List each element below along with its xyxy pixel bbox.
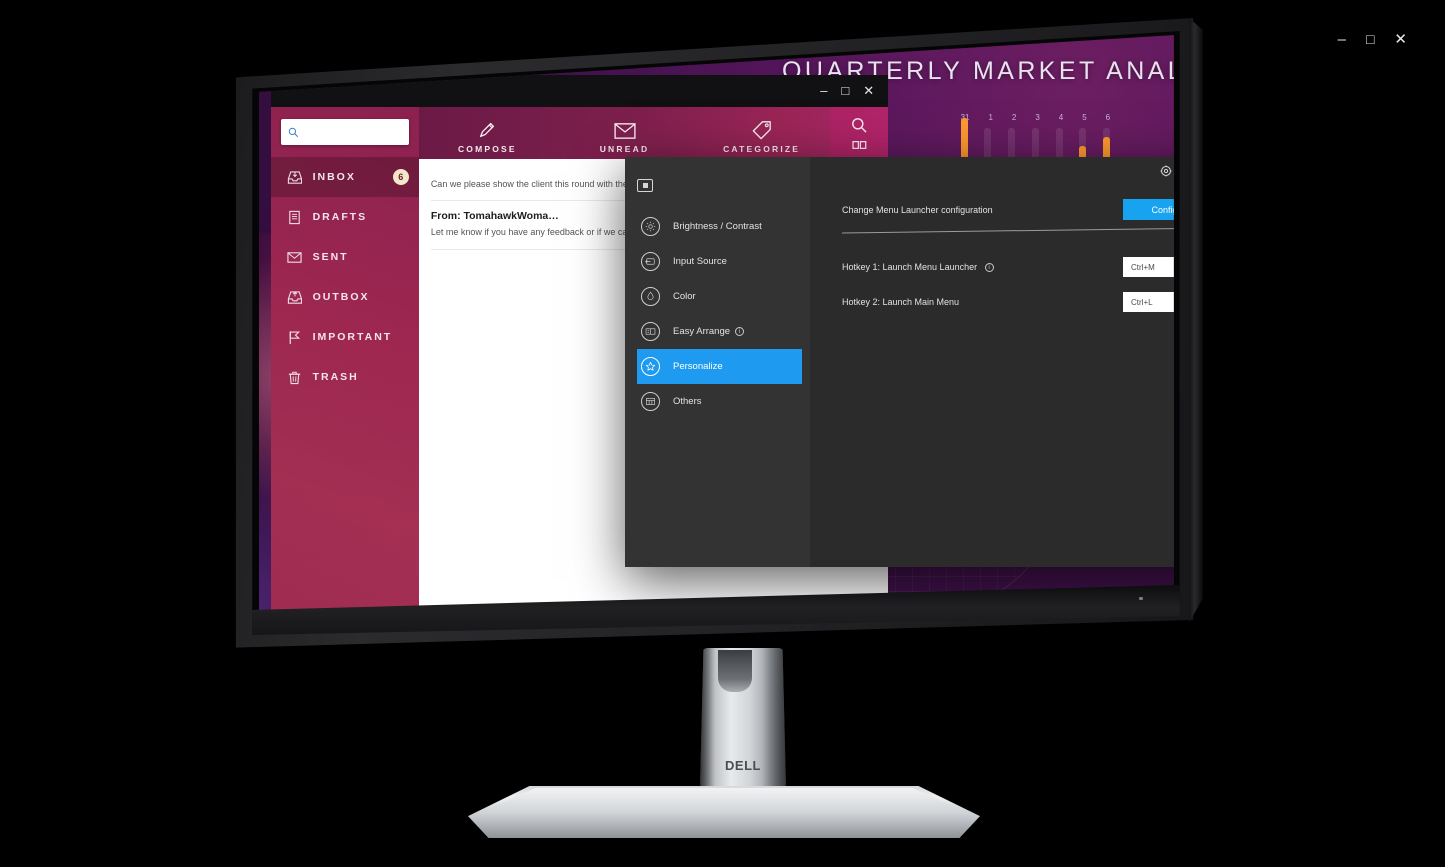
sidebar-item-sent[interactable]: SENT (271, 237, 419, 277)
dialog-nav-label: Easy Arrange (673, 326, 731, 337)
info-icon[interactable]: i (984, 263, 994, 273)
sidebar-item-label: IMPORTANT (312, 331, 393, 344)
monitor-icon[interactable] (637, 179, 653, 192)
trash-icon (288, 371, 300, 384)
display-manager-dialog: ? Brightness / ContrastInput Sourc (625, 157, 1174, 567)
outer-minimize-button[interactable]: – (1338, 32, 1346, 47)
toolbar-compose[interactable]: COMPOSE (419, 120, 556, 159)
dialog-nav-label: Brightness / Contrast (673, 221, 762, 232)
search-input[interactable] (280, 119, 409, 146)
dialog-nav-others[interactable]: Others (625, 384, 810, 419)
search-icon (288, 127, 298, 137)
chart-tick: 5 (1082, 113, 1087, 122)
monitor-side-panel (1189, 17, 1203, 623)
toolbar-unread[interactable]: UNREAD (556, 122, 693, 159)
maximize-button[interactable]: □ (841, 84, 849, 97)
envelope-icon (613, 123, 636, 140)
envelope-icon (286, 251, 302, 263)
hotkey2-row: Hotkey 2: Launch Main Menu (810, 292, 1174, 312)
unread-badge: 6 (392, 169, 409, 186)
brightness-icon (641, 217, 660, 236)
info-icon[interactable]: i (735, 327, 745, 336)
screenshot-root: QUARTERLY MARKET ANALYSIS 31 1 2 3 4 5 6 (0, 0, 1445, 867)
easy-arrange-icon (641, 322, 660, 341)
document-icon (288, 210, 300, 224)
chart-x-tick-labels: 31 1 2 3 4 5 6 (961, 113, 1111, 122)
dialog-nav-color[interactable]: Color (625, 279, 810, 314)
dialog-nav-brightness-contrast[interactable]: Brightness / Contrast (625, 209, 810, 244)
sidebar-item-drafts[interactable]: DRAFTS (271, 197, 419, 237)
inbox-tray-icon (287, 171, 302, 184)
dialog-nav-personalize[interactable]: Personalize (637, 349, 802, 384)
hotkey2-label: Hotkey 2: Launch Main Menu (842, 297, 960, 307)
sidebar-item-label: INBOX (312, 171, 356, 184)
sidebar-item-outbox[interactable]: OUTBOX (271, 277, 419, 317)
grid-icon (852, 141, 867, 150)
chart-tick: 1 (988, 113, 993, 122)
dialog-sidebar: Brightness / Contrast Input Source Color Ea… (625, 157, 810, 567)
tag-icon (752, 121, 771, 140)
dialog-nav-label: Personalize (673, 361, 723, 372)
flag-icon (289, 331, 300, 344)
email-toolbar: COMPOSE UNREAD CATEGORIZE (418, 107, 889, 160)
toolbar-search-button[interactable] (830, 107, 889, 160)
toolbar-unread-label: UNREAD (599, 144, 650, 155)
dialog-content-pane: Change Menu Launcher configuration Confi… (810, 157, 1174, 567)
input-source-icon (641, 252, 660, 271)
dialog-nav-label: Input Source (673, 256, 727, 267)
email-sidebar: INBOX 6 DRAFTS SENT OUTBOX IMPORTANT TRASH (270, 107, 419, 630)
section-divider (842, 227, 1174, 234)
outbox-tray-icon (287, 291, 302, 304)
monitor-stand-base-top (476, 788, 972, 814)
sidebar-item-label: DRAFTS (312, 211, 368, 224)
dialog-nav-input-source[interactable]: Input Source (625, 244, 810, 279)
others-grid-icon (641, 392, 660, 411)
star-icon (641, 357, 660, 376)
chart-tick: 4 (1058, 113, 1064, 122)
dialog-nav-label: Others (673, 396, 702, 407)
sidebar-item-important[interactable]: IMPORTANT (271, 317, 419, 357)
chart-tick: 2 (1011, 113, 1017, 122)
outer-window-controls: – □ ✕ (1338, 32, 1407, 47)
close-button[interactable]: ✕ (863, 84, 874, 97)
toolbar-categorize-label: CATEGORIZE (723, 144, 801, 155)
dialog-nav-list: Brightness / Contrast Input Source Color Ea… (625, 209, 810, 419)
chart-tick: 3 (1035, 113, 1040, 122)
outer-maximize-button[interactable]: □ (1366, 32, 1374, 47)
chart-tick: 6 (1105, 113, 1111, 122)
dell-logo: DELL (725, 758, 761, 773)
sidebar-item-trash[interactable]: TRASH (271, 357, 419, 397)
pencil-icon (480, 123, 495, 138)
minimize-button[interactable]: – (820, 84, 827, 97)
dialog-nav-easy-arrange[interactable]: Easy Arrange i (625, 314, 810, 349)
color-drop-icon (641, 287, 660, 306)
dialog-nav-label: Color (673, 291, 696, 302)
monitor-screen: QUARTERLY MARKET ANALYSIS 31 1 2 3 4 5 6 (259, 35, 1174, 630)
sidebar-item-label: TRASH (312, 371, 359, 384)
search-icon (851, 118, 867, 133)
toolbar-compose-label: COMPOSE (457, 144, 517, 155)
launcher-config-label: Change Menu Launcher configuration (842, 204, 993, 215)
launcher-config-row: Change Menu Launcher configuration Confi… (810, 199, 1174, 220)
sidebar-item-inbox[interactable]: INBOX 6 (270, 157, 419, 198)
hotkey1-row: Hotkey 1: Launch Menu Launcher i (810, 257, 1174, 277)
hotkey1-label-text: Hotkey 1: Launch Menu Launcher (842, 261, 978, 272)
sidebar-item-label: SENT (312, 251, 349, 264)
sidebar-item-label: OUTBOX (312, 291, 370, 304)
email-folder-nav: INBOX 6 DRAFTS SENT OUTBOX IMPORTANT TRASH (270, 157, 419, 397)
outer-close-button[interactable]: ✕ (1394, 32, 1407, 47)
sidebar-search-wrap (271, 107, 419, 146)
dell-monitor: QUARTERLY MARKET ANALYSIS 31 1 2 3 4 5 6 (232, 14, 1203, 674)
hotkey1-label: Hotkey 1: Launch Menu Launcher i (842, 261, 1123, 273)
toolbar-categorize[interactable]: CATEGORIZE (693, 120, 830, 159)
